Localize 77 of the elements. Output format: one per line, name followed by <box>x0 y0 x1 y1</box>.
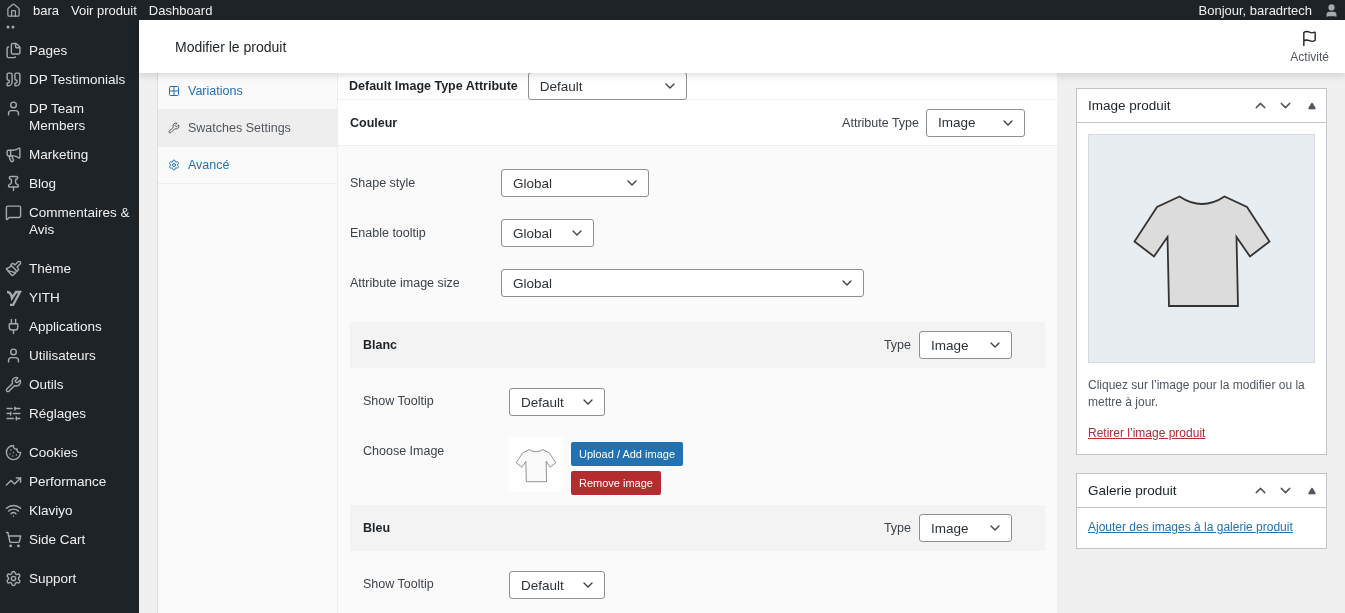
dropdown[interactable]: Default <box>509 388 605 416</box>
tab-icon <box>168 159 180 171</box>
remove-image-link[interactable]: Retirer l’image produit <box>1088 426 1206 440</box>
menu-item[interactable]: Utilisateurs <box>0 341 139 370</box>
field-label: Enable tooltip <box>350 226 427 240</box>
field-label: Type <box>883 338 911 352</box>
site-name[interactable]: bara <box>33 2 60 18</box>
menu-item[interactable]: Pages <box>0 36 139 65</box>
admin-bar-link[interactable]: Dashboard <box>148 2 213 18</box>
menu-icon <box>5 444 22 461</box>
term-name: Bleu <box>363 521 391 535</box>
menu-icon <box>5 42 22 59</box>
field-label: Choose Image <box>363 443 446 458</box>
menu-item[interactable]: Marketing <box>0 140 139 169</box>
menu-item[interactable]: DP Testimonials <box>0 65 139 94</box>
tab-icon <box>168 85 180 97</box>
tab-icon <box>168 122 180 134</box>
greeting[interactable]: Bonjour, baradrtech <box>1198 2 1312 18</box>
dots-icon <box>6 25 16 29</box>
menu-item[interactable]: Blog <box>0 169 139 198</box>
menu-item[interactable]: Réglages <box>0 399 139 428</box>
menu-item[interactable]: Performance <box>0 467 139 496</box>
add-gallery-link[interactable]: Ajouter des images à la galerie produit <box>1088 520 1293 534</box>
dropdown[interactable]: Image <box>919 514 1012 542</box>
menu-item[interactable]: Support <box>0 564 139 593</box>
field-label: Shape style <box>350 176 417 190</box>
menu-icon <box>5 502 22 519</box>
activity-button[interactable]: Activité <box>1290 29 1329 64</box>
menu-item[interactable]: Outils <box>0 370 139 399</box>
menu-icon <box>5 405 22 422</box>
product-tab[interactable]: Swatches Settings <box>158 110 337 147</box>
menu-icon <box>5 376 22 393</box>
collapse-icon[interactable] <box>1308 486 1316 495</box>
box-title: Image produit <box>1088 98 1172 113</box>
menu-icon <box>5 347 22 364</box>
menu-icon <box>5 71 22 88</box>
menu-item[interactable]: YITH <box>0 283 139 312</box>
home-icon[interactable] <box>6 2 21 18</box>
menu-item[interactable]: Cookies <box>0 438 139 467</box>
collapse-icon[interactable] <box>1308 101 1316 110</box>
field-label: Show Tooltip <box>363 576 435 591</box>
menu-item[interactable]: Thème <box>0 254 139 283</box>
menu-item[interactable]: Side Cart <box>0 525 139 554</box>
attribute-name: Couleur <box>350 115 398 130</box>
menu-icon <box>5 204 22 221</box>
dropdown[interactable]: Global <box>501 219 594 247</box>
field-label: Attribute Type <box>842 115 919 130</box>
dropdown[interactable]: Global <box>501 269 864 297</box>
menu-icon <box>5 146 22 163</box>
menu-icon <box>5 175 22 192</box>
menu-item[interactable]: Applications <box>0 312 139 341</box>
menu-item[interactable]: DP Team Members <box>0 94 139 140</box>
dropdown[interactable]: Image <box>926 108 1025 137</box>
menu-icon <box>5 570 22 587</box>
image-hint: Cliquez sur l’image pour la modifier ou la mettre à jour. <box>1088 377 1306 411</box>
menu-icon <box>5 531 22 548</box>
user-icon[interactable] <box>1324 2 1339 18</box>
dropdown[interactable]: Global <box>501 169 649 197</box>
field-label: Show Tooltip <box>363 393 435 408</box>
box-title: Galerie produit <box>1088 483 1178 498</box>
flag-icon <box>1301 29 1319 47</box>
menu-icon <box>5 260 22 277</box>
field-label: Attribute image size <box>350 276 461 290</box>
admin-bar-link[interactable]: Voir produit <box>71 2 137 18</box>
menu-icon <box>5 100 22 117</box>
page-title: Modifier le produit <box>175 38 288 55</box>
dropdown[interactable]: Default <box>509 571 605 599</box>
field-label: Default Image Type Attribute <box>349 79 518 93</box>
remove-button[interactable]: Remove image <box>571 471 661 495</box>
term-name: Blanc <box>363 338 398 352</box>
field-label: Type <box>883 521 911 535</box>
menu-item[interactable]: Klaviyo <box>0 496 139 525</box>
dropdown[interactable]: Image <box>919 331 1012 359</box>
upload-button[interactable]: Upload / Add image <box>571 442 683 466</box>
dropdown[interactable]: Default <box>527 73 687 100</box>
menu-item[interactable]: Commentaires & Avis <box>0 198 139 244</box>
menu-icon <box>5 289 22 306</box>
